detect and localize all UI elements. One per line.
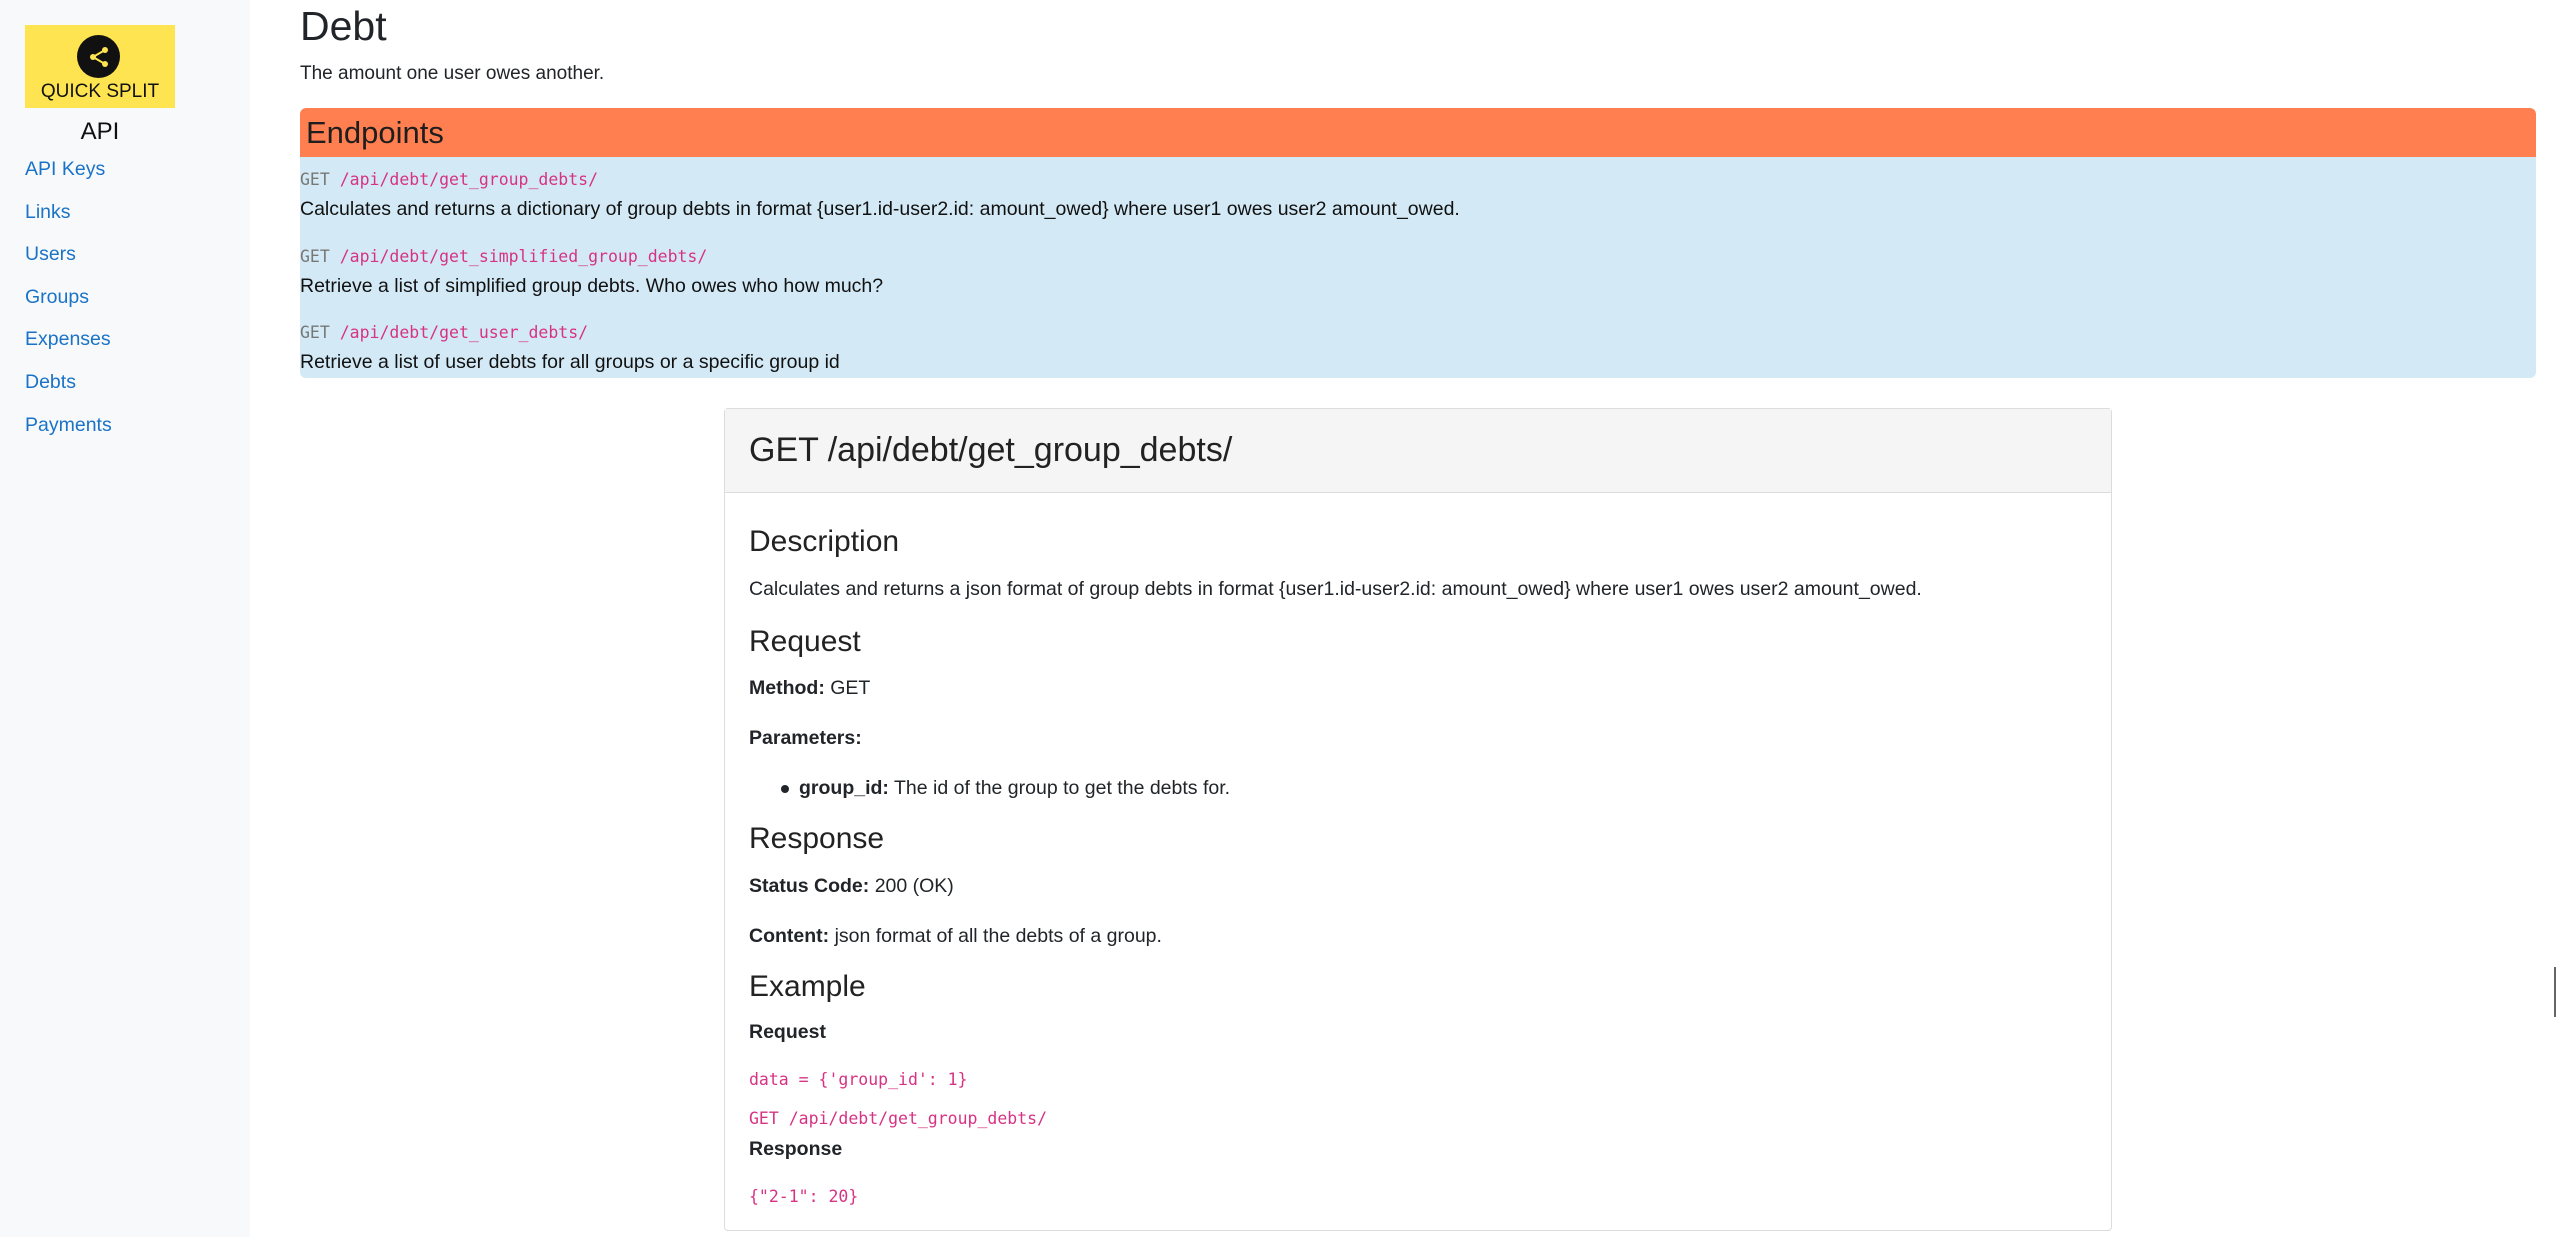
- endpoint-item: GET /api/debt/get_simplified_group_debts…: [300, 246, 883, 299]
- method-label: Method:: [749, 677, 825, 699]
- method-line: Method: GET: [749, 677, 870, 700]
- endpoint-code[interactable]: GET /api/debt/get_simplified_group_debts…: [300, 246, 883, 268]
- endpoint-description: Retrieve a list of simplified group debt…: [300, 275, 884, 297]
- parameters-label: Parameters:: [749, 727, 862, 749]
- example-heading: Example: [749, 970, 866, 1003]
- page-subtitle: The amount one user owes another.: [300, 63, 605, 84]
- example-request-call: GET /api/debt/get_group_debts/: [749, 1109, 1048, 1128]
- sidebar-item-users[interactable]: Users: [25, 243, 76, 265]
- status-value: 200 (OK): [874, 875, 954, 897]
- endpoint-detail-card: GET /api/debt/get_group_debts/ Descripti…: [724, 408, 2112, 1231]
- endpoint-method: GET: [300, 247, 330, 266]
- sidebar-item-groups[interactable]: Groups: [25, 286, 89, 308]
- endpoint-path: /api/debt/get_group_debts/: [339, 170, 599, 189]
- endpoint-path: /api/debt/get_user_debts/: [339, 323, 589, 342]
- endpoints-panel: Endpoints GET /api/debt/get_group_debts/…: [300, 108, 2536, 378]
- endpoint-item: GET /api/debt/get_user_debts/ Retrieve a…: [300, 322, 840, 375]
- example-request-data: data = {'group_id': 1}: [749, 1070, 968, 1089]
- sidebar-item-api-keys[interactable]: API Keys: [25, 158, 105, 180]
- param-name: group_id:: [799, 777, 889, 799]
- bullet-icon: [781, 785, 789, 793]
- content-label: Content:: [749, 925, 830, 947]
- status-line: Status Code: 200 (OK): [749, 875, 954, 898]
- sidebar-item-payments[interactable]: Payments: [25, 414, 112, 436]
- content-line: Content: json format of all the debts of…: [749, 925, 1162, 948]
- sidebar-item-debts[interactable]: Debts: [25, 371, 76, 393]
- request-heading: Request: [749, 625, 861, 658]
- param-desc: The id of the group to get the debts for…: [893, 777, 1231, 799]
- sidebar-item-links[interactable]: Links: [25, 201, 71, 223]
- status-label: Status Code:: [749, 875, 870, 897]
- sidebar-heading: API: [80, 118, 120, 145]
- example-response-label: Response: [749, 1138, 843, 1160]
- example-request-label: Request: [749, 1021, 826, 1043]
- share-icon: [77, 35, 120, 78]
- example-response-body: {"2-1": 20}: [749, 1187, 859, 1206]
- endpoint-item: GET /api/debt/get_group_debts/ Calculate…: [300, 169, 1460, 222]
- description-text: Calculates and returns a json format of …: [749, 578, 1922, 600]
- sidebar-item-expenses[interactable]: Expenses: [25, 328, 111, 350]
- endpoint-description: Retrieve a list of user debts for all gr…: [300, 351, 840, 373]
- method-value: GET: [830, 677, 871, 699]
- endpoints-header: Endpoints: [300, 108, 2536, 157]
- endpoint-path: /api/debt/get_simplified_group_debts/: [339, 247, 708, 266]
- logo-text: QUICK SPLIT: [40, 81, 160, 102]
- endpoint-description: Calculates and returns a dictionary of g…: [300, 198, 1460, 220]
- scrollbar[interactable]: [2554, 967, 2556, 1017]
- endpoint-method: GET: [300, 170, 330, 189]
- endpoint-code[interactable]: GET /api/debt/get_user_debts/: [300, 322, 840, 344]
- endpoint-code[interactable]: GET /api/debt/get_group_debts/: [300, 169, 1460, 191]
- sidebar: QUICK SPLIT API API Keys Links Users Gro…: [0, 0, 250, 1237]
- description-heading: Description: [749, 525, 900, 558]
- response-heading: Response: [749, 822, 885, 855]
- content-value: json format of all the debts of a group.: [834, 925, 1162, 947]
- card-title: GET /api/debt/get_group_debts/: [725, 409, 2111, 493]
- parameter-item: group_id: The id of the group to get the…: [799, 777, 1230, 800]
- quick-split-logo[interactable]: QUICK SPLIT: [25, 25, 175, 108]
- page-title: Debt: [300, 3, 387, 49]
- endpoint-method: GET: [300, 323, 330, 342]
- sidebar-nav: API Keys Links Users Groups Expenses Deb…: [25, 158, 112, 456]
